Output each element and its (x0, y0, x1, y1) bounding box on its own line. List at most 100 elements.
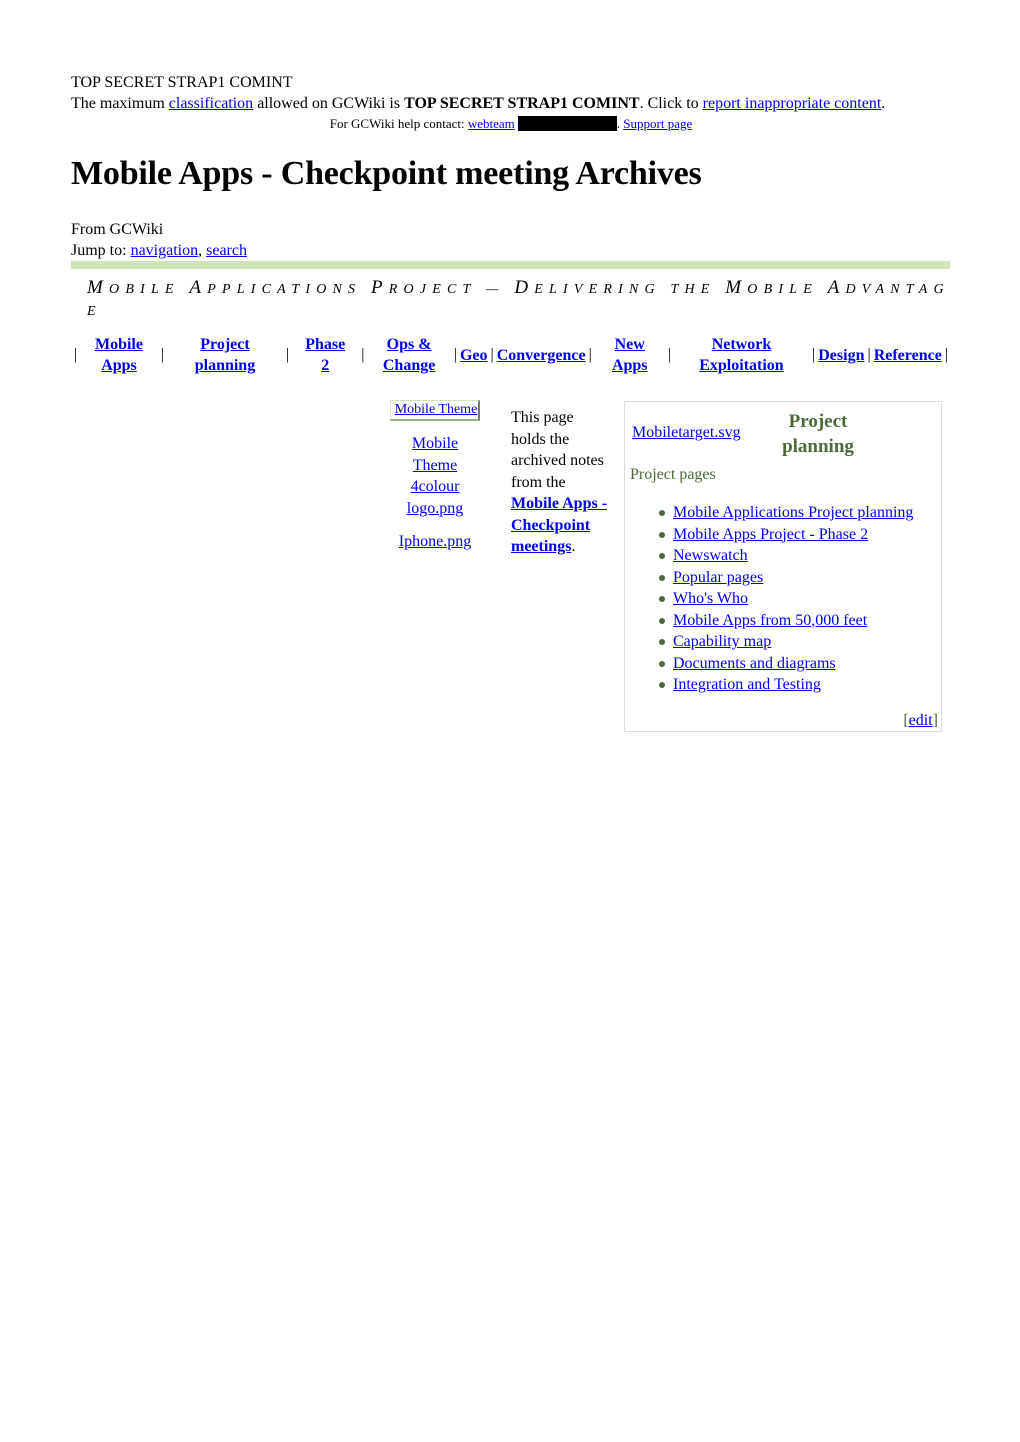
project-page-link[interactable]: Mobile Apps Project - Phase 2 (673, 526, 868, 543)
nav-separator: | (490, 346, 494, 363)
bullet-icon (659, 531, 665, 538)
project-page-link[interactable]: Popular pages (673, 569, 763, 586)
tagline-capital: M (87, 277, 110, 298)
nav-link-line: Mobile (94, 336, 143, 353)
mobiletarget-image-link[interactable]: Mobiletarget.svg (632, 424, 741, 442)
nav-item: Network Exploitation (684, 334, 799, 376)
tagline-word: MOBILE (87, 277, 190, 298)
nav-link-line: Network (711, 336, 772, 353)
tagline-word: DELIVERING THE (514, 277, 726, 298)
nav-item: Geo (460, 345, 488, 366)
page-source: From GCWiki (71, 221, 164, 238)
nav-separator: | (453, 346, 457, 363)
jump-navigation-link[interactable]: navigation (131, 242, 199, 259)
project-pages-list: Mobile Applications Project planning Mobi… (625, 502, 913, 696)
nav-link-ops-change[interactable]: Ops & Change (383, 336, 435, 374)
accent-bar (71, 261, 950, 269)
logo-link-line: logo.png (406, 499, 464, 517)
webteam-link[interactable]: webteam (468, 116, 515, 131)
project-pages-subtitle: Project pages (630, 466, 716, 483)
nav-link-project-planning[interactable]: Project planning (195, 336, 255, 374)
nav-link-line: Apps (101, 357, 137, 374)
nav-separator: | (361, 346, 365, 363)
report-content-link[interactable]: report inappropriate content (703, 95, 882, 112)
nav-link-line: New (614, 336, 645, 353)
project-planning-title: Project planning (771, 409, 865, 459)
list-item: Documents and diagrams (659, 653, 913, 675)
tagline-rest: — (485, 282, 515, 297)
nav-item: Convergence (497, 345, 586, 366)
list-item: Capability map (659, 631, 913, 653)
edit-section: [edit] (903, 710, 938, 731)
support-page-link[interactable]: Support page (623, 116, 692, 131)
nav-link-design[interactable]: Design (818, 347, 864, 364)
banner-text: . Click to (639, 95, 703, 112)
tagline-rest: ROJECT (388, 282, 486, 297)
list-item: Newswatch (659, 545, 913, 567)
mobile-theme-box: Mobile Theme (389, 400, 481, 421)
jump-separator: , (198, 242, 207, 259)
classification-label: TOP SECRET STRAP1 COMINT (71, 74, 293, 91)
project-page-link[interactable]: Integration and Testing (673, 676, 821, 693)
project-page-link[interactable]: Mobile Apps from 50,000 feet (673, 612, 867, 629)
list-item: Integration and Testing (659, 674, 913, 696)
intro-body: This page holds the archived notes from … (511, 409, 604, 491)
banner-text: allowed on GCWiki is (253, 95, 405, 112)
nav-link-phase-2[interactable]: Phase 2 (305, 336, 345, 374)
nav-link-mobile-apps[interactable]: Mobile Apps (95, 336, 143, 374)
logo-image-link[interactable]: Mobile Theme 4colour logo.png (383, 433, 487, 519)
nav-link-reference[interactable]: Reference (874, 347, 942, 364)
nav-separator: | (944, 346, 948, 363)
nav-link-geo[interactable]: Geo (460, 347, 488, 364)
project-planning-box: Mobiletarget.svg Project planning Projec… (624, 401, 942, 732)
project-page-link[interactable]: Capability map (673, 633, 771, 650)
nav-separator: | (667, 346, 671, 363)
tagline-word: APPLICATIONS (189, 277, 371, 298)
list-item: Mobile Apps from 50,000 feet (659, 610, 913, 632)
iphone-image-link[interactable]: Iphone.png (383, 531, 487, 552)
bullet-icon (659, 639, 665, 645)
nav-link-line: Exploitation (699, 357, 784, 374)
bracket: ] (932, 712, 938, 729)
project-navbar: | Mobile Apps | Project planning | Phase 2 | Ops &… (71, 334, 951, 376)
edit-link[interactable]: edit (909, 712, 933, 729)
classification-link[interactable]: classification (169, 95, 253, 112)
tagline-capital: D (514, 277, 535, 298)
project-page-link[interactable]: Mobile Applications Project planning (673, 504, 913, 521)
title-line: Project (788, 411, 848, 432)
redacted-block (517, 116, 617, 131)
tagline-word: — (486, 282, 514, 297)
nav-link-convergence[interactable]: Convergence (497, 347, 586, 364)
jump-search-link[interactable]: search (206, 242, 247, 259)
jump-label: Jump to: (71, 242, 131, 259)
nav-separator: | (74, 346, 78, 363)
tagline-rest: OBILE (109, 282, 190, 297)
banner-text: . (881, 95, 886, 112)
mobile-theme-link[interactable]: Mobile Theme (395, 402, 478, 417)
help-contact: For GCWiki help contact: webteam. Suppor… (71, 115, 951, 132)
nav-link-network-exploitation[interactable]: Network Exploitation (699, 336, 783, 374)
page-content: TOP SECRET STRAP1 COMINT The maximum cla… (71, 72, 951, 732)
nav-item: Phase 2 (302, 334, 348, 376)
bullet-icon (659, 553, 665, 559)
nav-link-new-apps[interactable]: New Apps (612, 336, 648, 374)
nav-link-line: Change (382, 357, 436, 374)
nav-link-line: planning (194, 357, 256, 374)
project-page-link[interactable]: Who's Who (673, 590, 748, 607)
classification-level: TOP SECRET STRAP1 COMINT (404, 95, 640, 112)
checkpoint-meetings-link[interactable]: Mobile Apps - Checkpoint meetings (511, 495, 607, 555)
tagline-rest: PPLICATIONS (207, 282, 371, 297)
nav-item: Mobile Apps (90, 334, 148, 376)
tagline-rest: ELIVERING THE (534, 282, 726, 297)
project-page-link[interactable]: Newswatch (673, 547, 748, 564)
project-page-link[interactable]: Documents and diagrams (673, 655, 836, 672)
logo-link-line: 4colour (410, 478, 460, 495)
nav-item: Ops & Change (377, 334, 440, 376)
nav-link-line: Project (200, 336, 250, 353)
intro-text: This page holds the archived notes from … (511, 407, 611, 558)
bullet-icon (659, 510, 665, 516)
nav-item: Design (818, 345, 864, 366)
bullet-icon (659, 574, 665, 581)
nav-separator: | (285, 346, 290, 363)
project-tagline: MOBILE APPLICATIONS PROJECT — DELIVERING… (77, 277, 959, 323)
